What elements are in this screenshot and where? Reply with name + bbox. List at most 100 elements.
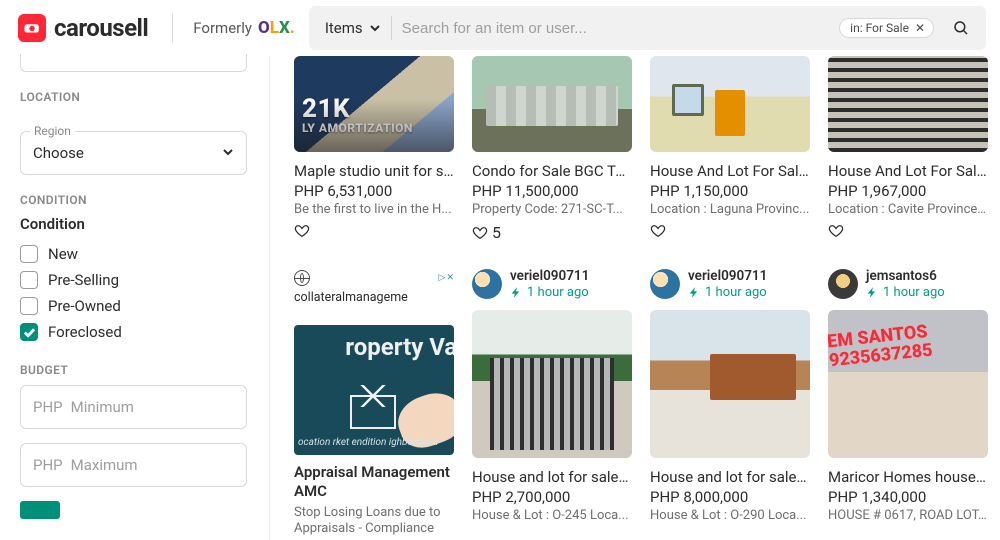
brand-divider — [172, 13, 173, 43]
listing-image: 21KLY AMORTIZATION — [294, 56, 454, 152]
condition-option-preselling[interactable]: Pre-Selling — [20, 267, 247, 293]
listing-time: 1 hour ago — [510, 285, 589, 300]
condition-sub-label: Condition — [20, 215, 247, 233]
like-button[interactable] — [650, 223, 810, 239]
budget-min-input[interactable]: PHP Minimum — [20, 385, 247, 429]
min-placeholder: Minimum — [71, 398, 134, 416]
listing-sub: House & Lot : O-245 Loca... — [472, 508, 632, 523]
currency-prefix: PHP — [33, 398, 63, 416]
close-icon[interactable]: ✕ — [915, 21, 925, 35]
listing-card[interactable]: House And Lot For Sale I... PHP 1,967,00… — [828, 56, 988, 242]
listing-image — [472, 56, 632, 152]
seller-row[interactable]: veriel090711 1 hour ago — [472, 268, 632, 300]
like-button[interactable] — [828, 223, 988, 239]
listing-time: 1 hour ago — [866, 285, 945, 300]
listing-image — [650, 56, 810, 152]
ad-header: ▷✕ — [294, 268, 454, 290]
ad-link[interactable]: collateralmanageme — [294, 290, 454, 305]
seller-name: veriel090711 — [688, 268, 767, 284]
seller-name: veriel090711 — [510, 268, 589, 284]
currency-prefix: PHP — [33, 456, 63, 474]
listing-price: PHP 2,700,000 — [472, 488, 632, 506]
condition-option-new[interactable]: New — [20, 241, 247, 267]
listing-title: Maple studio unit for sal... — [294, 162, 454, 180]
listing-title: Maricor Homes house an... — [828, 468, 988, 486]
listing-sub: Location : Cavite Province ... — [828, 202, 988, 217]
searchbar: Items in: For Sale ✕ — [309, 6, 986, 50]
listing-title: House and lot for sale in ... — [472, 468, 632, 486]
filter-title-location: LOCATION — [20, 90, 247, 104]
listing-image — [828, 56, 988, 152]
brand-formerly: Formerly OLX. — [193, 18, 295, 38]
like-button[interactable] — [294, 223, 454, 239]
heart-icon — [828, 223, 844, 239]
listing-image: EM SANTOS9235637285 — [828, 310, 988, 458]
condition-option-foreclosed[interactable]: Foreclosed — [20, 319, 247, 345]
checkbox-icon — [20, 271, 38, 289]
sponsored-ad-card[interactable]: ▷✕ collateralmanageme roperty Value ocat… — [294, 242, 454, 538]
listing-sub: Location : Laguna Provinc... — [650, 202, 810, 217]
adchoices-icon[interactable]: ▷✕ — [439, 273, 454, 283]
option-label: Pre-Selling — [48, 271, 119, 289]
listing-card[interactable]: veriel090711 1 hour ago House and lot fo… — [650, 242, 810, 538]
listing-price: PHP 1,150,000 — [650, 182, 810, 200]
results-main: 21KLY AMORTIZATION Maple studio unit for… — [270, 56, 1000, 540]
listing-price: PHP 6,531,000 — [294, 182, 454, 200]
budget-max-input[interactable]: PHP Maximum — [20, 443, 247, 487]
heart-icon — [650, 223, 666, 239]
ad-description: Stop Losing Loans due to Appraisals - Co… — [294, 505, 454, 539]
olx-badge-icon: OLX. — [258, 18, 295, 38]
checkbox-checked-icon — [20, 323, 38, 341]
max-placeholder: Maximum — [71, 456, 138, 474]
brand-logo-icon — [18, 14, 46, 42]
seller-name: jemsantos6 — [866, 268, 945, 284]
listing-price: PHP 1,340,000 — [828, 488, 988, 506]
option-label: New — [48, 245, 78, 263]
search-filter-pill[interactable]: in: For Sale ✕ — [839, 18, 934, 38]
brand-name: carousell — [54, 14, 148, 42]
avatar — [472, 269, 502, 299]
filter-group-budget: BUDGET PHP Minimum PHP Maximum — [20, 363, 247, 519]
heart-icon — [294, 223, 310, 239]
listing-image — [650, 310, 810, 458]
search-icon[interactable] — [944, 11, 978, 45]
option-label: Foreclosed — [48, 323, 122, 341]
listing-card[interactable]: House And Lot For Sale I... PHP 1,150,00… — [650, 56, 810, 242]
truncated-select[interactable] — [20, 54, 247, 72]
filter-group-location: LOCATION Region Choose — [20, 90, 247, 175]
search-scope-label: Items — [325, 19, 363, 37]
listing-card[interactable]: veriel090711 1 hour ago House and lot fo… — [472, 242, 632, 538]
like-button[interactable]: 5 — [472, 223, 632, 242]
listing-sub: Property Code: 271-SC-T... — [472, 202, 632, 217]
brand[interactable]: carousell — [18, 14, 148, 42]
search-input[interactable] — [402, 20, 830, 37]
condition-option-preowned[interactable]: Pre-Owned — [20, 293, 247, 319]
listing-time: 1 hour ago — [688, 285, 767, 300]
topbar: carousell Formerly OLX. Items in: For Sa… — [0, 0, 1000, 56]
apply-button[interactable] — [20, 501, 60, 519]
seller-row[interactable]: jemsantos6 1 hour ago — [828, 268, 988, 300]
search-scope-dropdown[interactable]: Items — [325, 18, 381, 38]
listing-card[interactable]: jemsantos6 1 hour ago EM SANTOS923563728… — [828, 242, 988, 538]
listing-price: PHP 1,967,000 — [828, 182, 988, 200]
listing-card[interactable]: 21KLY AMORTIZATION Maple studio unit for… — [294, 56, 454, 242]
checkbox-icon — [20, 245, 38, 263]
results-grid: 21KLY AMORTIZATION Maple studio unit for… — [294, 56, 1000, 538]
avatar — [650, 269, 680, 299]
filter-title-budget: BUDGET — [20, 363, 247, 377]
listing-sub: House & Lot : O-290 Loca... — [650, 508, 810, 523]
filter-title-condition: CONDITION — [20, 193, 247, 207]
bolt-icon — [688, 286, 701, 299]
seller-row[interactable]: veriel090711 1 hour ago — [650, 268, 810, 300]
listing-price: PHP 8,000,000 — [650, 488, 810, 506]
listing-sub: HOUSE # 0617, ROAD LOT... — [828, 508, 988, 523]
checkbox-icon — [20, 297, 38, 315]
like-count: 5 — [492, 223, 501, 242]
field-label-region: Region — [30, 124, 75, 138]
filter-group-condition: CONDITION Condition New Pre-Selling Pre-… — [20, 193, 247, 345]
listing-title: House and lot for sale in ... — [650, 468, 810, 486]
avatar — [828, 269, 858, 299]
search-separator — [391, 16, 392, 40]
listing-card[interactable]: Condo for Sale BGC Tag... PHP 11,500,000… — [472, 56, 632, 242]
region-select-value: Choose — [33, 144, 84, 162]
